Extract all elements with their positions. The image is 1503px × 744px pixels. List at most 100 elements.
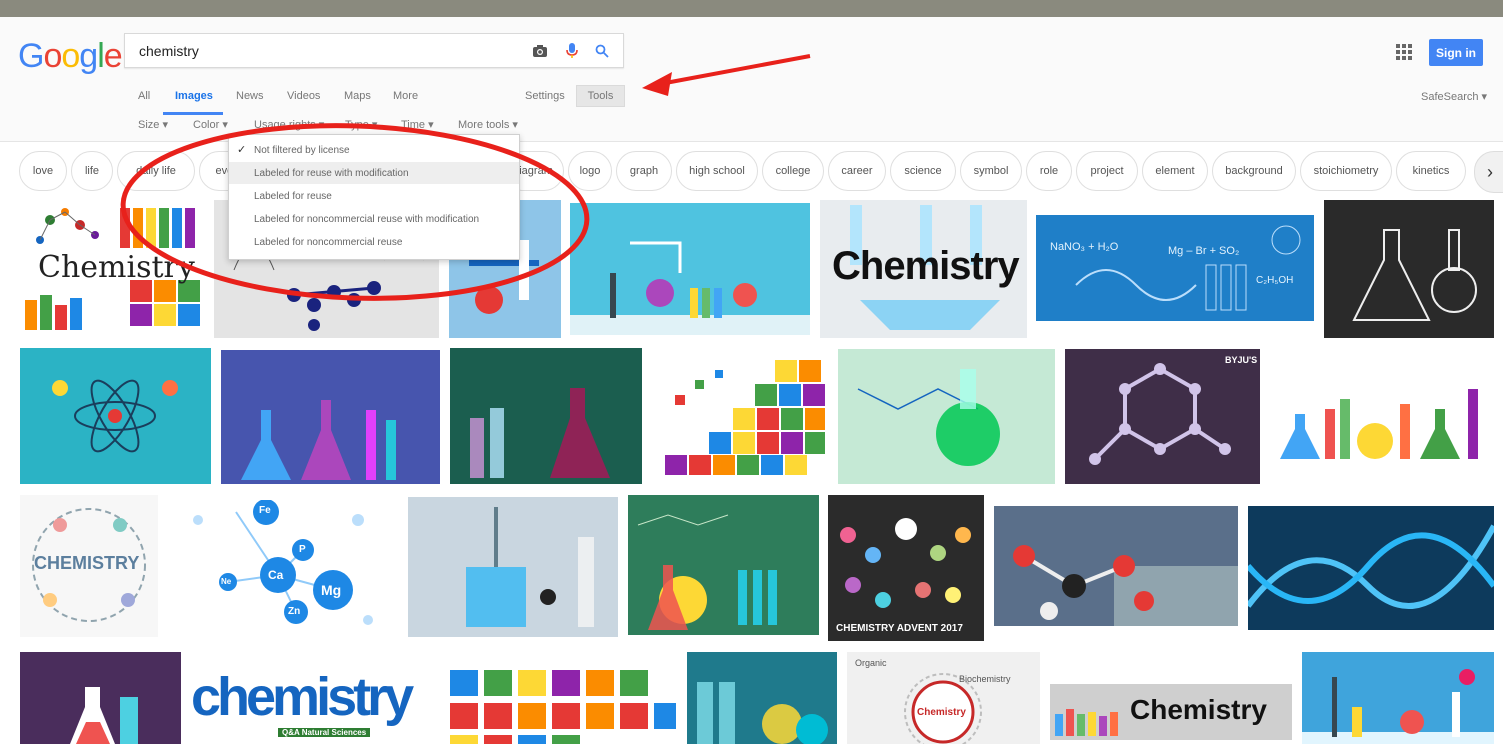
chip-love[interactable]: love [19, 151, 67, 191]
tab-news[interactable]: News [236, 90, 264, 102]
image-caption: BYJU'S [1225, 355, 1258, 365]
image-result[interactable] [655, 355, 825, 475]
checkmark-icon: ✓ [237, 144, 247, 156]
usage-option-reuse[interactable]: Labeled for reuse [229, 185, 519, 207]
image-caption: CHEMISTRY [34, 553, 140, 573]
safesearch-toggle[interactable]: SafeSearch ▾ [1421, 90, 1487, 103]
tools-button[interactable]: Tools [576, 85, 625, 107]
search-icon[interactable] [591, 40, 613, 62]
image-result[interactable]: BYJU'S [1065, 349, 1260, 484]
usage-rights-filter[interactable]: Usage rights ▾ [254, 118, 324, 131]
image-result[interactable] [408, 497, 618, 637]
chip-logo[interactable]: logo [568, 151, 612, 191]
logo-letter: G [18, 37, 44, 75]
image-result[interactable] [994, 506, 1238, 626]
logo-letter: g [79, 37, 98, 75]
sign-in-button[interactable]: Sign in [1429, 39, 1483, 66]
more-tools-filter[interactable]: More tools ▾ [458, 118, 518, 131]
image-result[interactable] [1270, 349, 1494, 484]
image-caption: Chemistry [1130, 694, 1267, 725]
image-result[interactable]: Organic Biochemistry Chemistry [847, 652, 1040, 744]
formula-text: Mg – Br + SO₂ [1168, 245, 1240, 257]
menu-item-label: Labeled for noncommercial reuse with mod… [254, 213, 480, 225]
usage-option-reuse-modification[interactable]: Labeled for reuse with modification [229, 162, 519, 184]
chip-project[interactable]: project [1076, 151, 1138, 191]
chip-element[interactable]: element [1142, 151, 1208, 191]
microphone-icon[interactable] [561, 40, 583, 62]
image-result[interactable] [20, 652, 181, 744]
image-result[interactable]: Chemistry [820, 200, 1027, 338]
image-result[interactable]: Chemistry [20, 200, 210, 338]
tab-maps[interactable]: Maps [344, 90, 371, 102]
color-filter[interactable]: Color ▾ [193, 118, 228, 131]
active-tab-indicator [163, 112, 223, 115]
image-caption: Chemistry [917, 707, 966, 718]
periodic-cubes-graphic [665, 360, 825, 475]
element-tiles-graphic [450, 670, 676, 744]
camera-icon[interactable] [529, 40, 551, 62]
image-result[interactable] [450, 348, 642, 484]
chip-stoichiometry[interactable]: stoichiometry [1300, 151, 1392, 191]
image-caption: Q&A Natural Sciences [278, 728, 371, 737]
image-result[interactable] [1248, 506, 1494, 630]
image-result[interactable] [221, 350, 440, 484]
chip-symbol[interactable]: symbol [960, 151, 1022, 191]
green-board-flasks-graphic [637, 514, 777, 630]
size-filter[interactable]: Size ▾ [138, 118, 168, 131]
settings-link[interactable]: Settings [525, 90, 565, 102]
usage-option-noncommercial[interactable]: Labeled for noncommercial reuse [229, 231, 519, 253]
element-label: Ne [221, 577, 232, 586]
chip-science[interactable]: science [890, 151, 956, 191]
image-result[interactable]: CHEMISTRY [20, 495, 158, 637]
chip-high-school[interactable]: high school [676, 151, 758, 191]
colorful-flasks-graphic [221, 350, 440, 484]
chip-graph[interactable]: graph [616, 151, 672, 191]
tab-videos[interactable]: Videos [287, 90, 320, 102]
type-filter[interactable]: Type ▾ [345, 118, 377, 131]
menu-item-label: Labeled for reuse with modification [254, 167, 409, 179]
tab-more[interactable]: More [393, 90, 418, 102]
chip-role[interactable]: role [1026, 151, 1072, 191]
image-result[interactable]: Chemistry [1050, 684, 1292, 740]
search-box [124, 33, 624, 68]
image-result[interactable]: NaNO₃ + H₂O Mg – Br + SO₂ C₂H₅OH [1036, 215, 1314, 321]
google-logo[interactable]: Google [18, 37, 123, 76]
lab-setup-graphic [570, 241, 810, 335]
tab-images[interactable]: Images [175, 90, 213, 102]
image-result[interactable]: Fe Ca Mg Zn P Ne [168, 500, 398, 637]
usage-option-not-filtered[interactable]: ✓ Not filtered by license [229, 139, 519, 161]
usage-option-noncommercial-modification[interactable]: Labeled for noncommercial reuse with mod… [229, 208, 519, 230]
chip-kinetics[interactable]: kinetics [1396, 151, 1466, 191]
flask-icon-graphic [70, 687, 138, 744]
logo-letter: o [43, 37, 62, 75]
image-caption: CHEMISTRY ADVENT 2017 [836, 623, 963, 634]
colored-tubes-graphic [1280, 389, 1478, 459]
chip-background[interactable]: background [1212, 151, 1296, 191]
image-result[interactable] [628, 495, 819, 635]
formula-text: NaNO₃ + H₂O [1050, 241, 1119, 253]
time-filter[interactable]: Time ▾ [401, 118, 434, 131]
related-searches-row: love life daily life every diagram logo … [0, 151, 1503, 193]
chip-daily-life[interactable]: daily life [117, 151, 195, 191]
advent-ornaments-graphic [840, 518, 971, 608]
tab-all[interactable]: All [138, 90, 150, 102]
chalkboard-glassware-graphic [1352, 229, 1477, 321]
chip-career[interactable]: career [828, 151, 886, 191]
image-result[interactable] [20, 348, 211, 484]
image-result[interactable] [1302, 652, 1494, 744]
image-caption: Chemistry [832, 244, 1020, 288]
image-result[interactable] [570, 203, 810, 335]
image-result[interactable]: CHEMISTRY ADVENT 2017 [828, 495, 984, 641]
image-result[interactable] [687, 652, 837, 744]
chip-college[interactable]: college [762, 151, 824, 191]
image-result[interactable] [1324, 200, 1494, 338]
apps-grid-icon[interactable] [1396, 44, 1412, 60]
beakers-graphic [470, 388, 610, 478]
image-result[interactable] [838, 349, 1055, 484]
molecule-structure-graphic [1089, 363, 1231, 465]
logo-letter: e [103, 37, 123, 75]
chip-life[interactable]: life [71, 151, 113, 191]
image-result[interactable] [440, 665, 676, 744]
image-result[interactable]: chemistry Q&A Natural Sciences [191, 652, 429, 744]
search-input[interactable] [137, 40, 521, 62]
